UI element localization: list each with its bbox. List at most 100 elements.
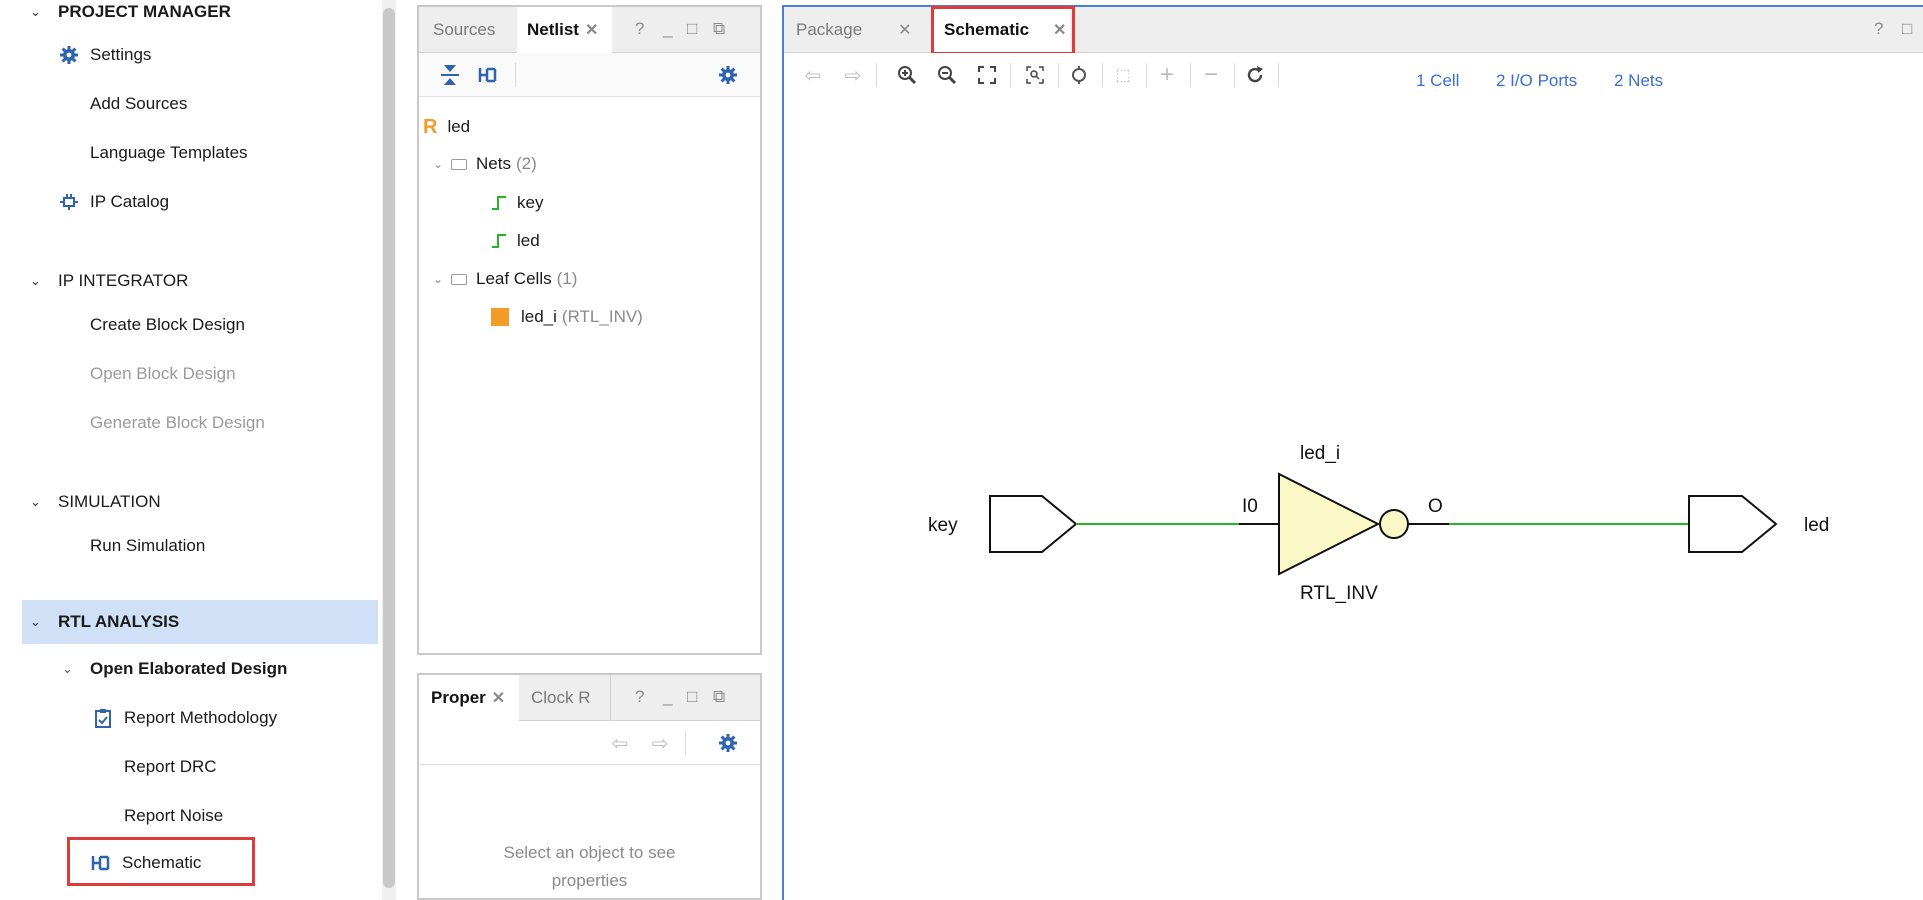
maximize-icon[interactable]: □ [1902, 19, 1912, 39]
tree-folder-nets[interactable]: ⌄ Nets (2) [433, 148, 537, 180]
maximize-icon[interactable]: □ [687, 19, 697, 39]
zoom-out-icon[interactable] [932, 60, 962, 90]
collapse-icon[interactable]: − [1196, 60, 1226, 90]
zoom-in-icon[interactable] [892, 60, 922, 90]
nav-item-language-templates[interactable]: Language Templates [90, 133, 248, 173]
refresh-icon[interactable] [1240, 60, 1270, 90]
nav-item-settings[interactable]: Settings [58, 35, 151, 75]
tree-net-led[interactable]: led [491, 225, 540, 257]
tree-folder-leaf-cells[interactable]: ⌄ Leaf Cells (1) [433, 263, 577, 295]
tree-folder-label: Leaf Cells [476, 269, 552, 288]
cell-icon [491, 308, 509, 326]
select-target-icon[interactable] [1064, 60, 1094, 90]
toolbar-separator [1190, 63, 1191, 87]
chevron-down-icon: ⌄ [30, 614, 41, 629]
tree-folder-label: Nets [476, 154, 511, 173]
close-icon[interactable]: ✕ [492, 688, 505, 708]
gear-icon[interactable] [713, 60, 743, 90]
netlist-toolbar [419, 53, 760, 97]
tab-label: Clock R [531, 688, 591, 707]
forward-arrow-icon[interactable]: ⇨ [838, 60, 868, 90]
float-icon[interactable]: ⧉ [713, 19, 725, 39]
inverter-bubble [1379, 509, 1409, 539]
nav-item-report-noise[interactable]: Report Noise [124, 796, 223, 836]
expand-icon[interactable]: + [1152, 60, 1182, 90]
schematic-canvas[interactable]: key I0 led_i RTL_INV O led [784, 106, 1923, 900]
zoom-area-icon[interactable] [1020, 60, 1050, 90]
forward-arrow-icon[interactable]: ⇨ [645, 728, 675, 758]
rtl-badge-icon: R [423, 115, 438, 138]
collapse-all-icon[interactable] [435, 60, 465, 90]
chevron-down-icon: ⌄ [433, 157, 444, 171]
tree-root[interactable]: R led [423, 111, 470, 143]
toolbar-separator [515, 63, 516, 87]
stat-io-ports-link[interactable]: 2 I/O Ports [1496, 71, 1577, 91]
nav-item-generate-block-design[interactable]: Generate Block Design [90, 403, 265, 443]
highlight-box-schematic-item [67, 837, 255, 886]
nav-item-ip-catalog[interactable]: IP Catalog [58, 182, 169, 222]
input-port-shape[interactable] [989, 495, 1078, 553]
tab-sources[interactable]: Sources [419, 7, 515, 53]
navigator-scrollbar-thumb[interactable] [383, 8, 395, 888]
stat-cells-link[interactable]: 1 Cell [1416, 71, 1459, 91]
nav-item-create-block-design[interactable]: Create Block Design [90, 305, 245, 345]
float-icon[interactable]: ⧉ [713, 687, 725, 707]
tree-net-key[interactable]: key [491, 187, 543, 219]
pin-label-i0: I0 [1242, 496, 1258, 517]
help-icon[interactable]: ? [635, 687, 644, 707]
gear-icon[interactable] [713, 728, 743, 758]
stat-nets-link[interactable]: 2 Nets [1614, 71, 1663, 91]
tree-cell-led-i[interactable]: led_i (RTL_INV) [491, 301, 643, 333]
minimize-icon[interactable]: _ [663, 19, 672, 39]
properties-empty-line: Select an object to see [503, 843, 676, 862]
folder-icon [451, 273, 467, 285]
nav-item-report-drc[interactable]: Report DRC [124, 747, 217, 787]
nav-item-label: Open Block Design [90, 364, 236, 383]
schematic-icon[interactable] [473, 60, 503, 90]
tab-label: Proper [431, 688, 486, 707]
properties-panel: Proper ✕ Clock R ? _ □ ⧉ ⇦ ⇨ Select an o… [417, 673, 762, 900]
nav-group-open-elaborated-design[interactable]: ⌄ Open Elaborated Design [62, 649, 287, 689]
back-arrow-icon[interactable]: ⇦ [798, 60, 828, 90]
nav-item-label: Add Sources [90, 94, 188, 113]
nav-item-label: Language Templates [90, 143, 248, 162]
section-title: IP INTEGRATOR [58, 271, 189, 290]
section-simulation[interactable]: ⌄ SIMULATION [30, 482, 161, 522]
net-icon [492, 196, 506, 210]
maximize-icon[interactable]: □ [687, 687, 697, 707]
section-project-manager[interactable]: ⌄ PROJECT MANAGER [30, 0, 231, 32]
toolbar-separator [1234, 63, 1235, 87]
nav-item-label: Settings [90, 45, 152, 64]
nav-item-run-simulation[interactable]: Run Simulation [90, 526, 205, 566]
section-title: RTL ANALYSIS [58, 612, 180, 631]
netlist-panel: Sources Netlist ✕ ? _ □ ⧉ R led ⌄ Nets (… [417, 5, 762, 655]
nav-item-label: IP Catalog [90, 192, 170, 211]
zoom-fit-icon[interactable] [972, 60, 1002, 90]
nav-item-add-sources[interactable]: Add Sources [90, 84, 187, 124]
back-arrow-icon[interactable]: ⇦ [605, 728, 635, 758]
help-icon[interactable]: ? [635, 19, 644, 39]
section-ip-integrator[interactable]: ⌄ IP INTEGRATOR [30, 261, 188, 301]
section-rtl-analysis[interactable]: ⌄ RTL ANALYSIS [30, 602, 179, 642]
nav-item-open-block-design[interactable]: Open Block Design [90, 354, 236, 394]
toolbar-separator [685, 731, 686, 755]
tree-cell-label: led_i [521, 307, 557, 326]
netlist-panel-tabbar: Sources Netlist ✕ ? _ □ ⧉ [419, 7, 760, 53]
chevron-down-icon: ⌄ [62, 661, 73, 676]
tab-package[interactable]: Package ✕ [784, 7, 930, 53]
close-icon[interactable]: ✕ [898, 20, 911, 40]
nav-item-report-methodology[interactable]: Report Methodology [92, 698, 277, 738]
close-icon[interactable]: ✕ [585, 20, 598, 40]
tab-netlist[interactable]: Netlist ✕ [517, 7, 612, 53]
tab-label: Netlist [527, 20, 579, 39]
regenerate-cell-icon[interactable]: ⬚ [1108, 60, 1138, 90]
tab-clock-regions[interactable]: Clock R [521, 675, 611, 721]
chevron-down-icon: ⌄ [30, 273, 41, 288]
tab-properties[interactable]: Proper ✕ [419, 675, 519, 721]
help-icon[interactable]: ? [1874, 19, 1883, 39]
minimize-icon[interactable]: _ [663, 687, 672, 707]
output-port-shape[interactable] [1688, 495, 1778, 553]
toolbar-separator [876, 63, 877, 87]
inverter-gate[interactable] [1278, 472, 1381, 576]
nav-group-label: Open Elaborated Design [90, 659, 288, 678]
